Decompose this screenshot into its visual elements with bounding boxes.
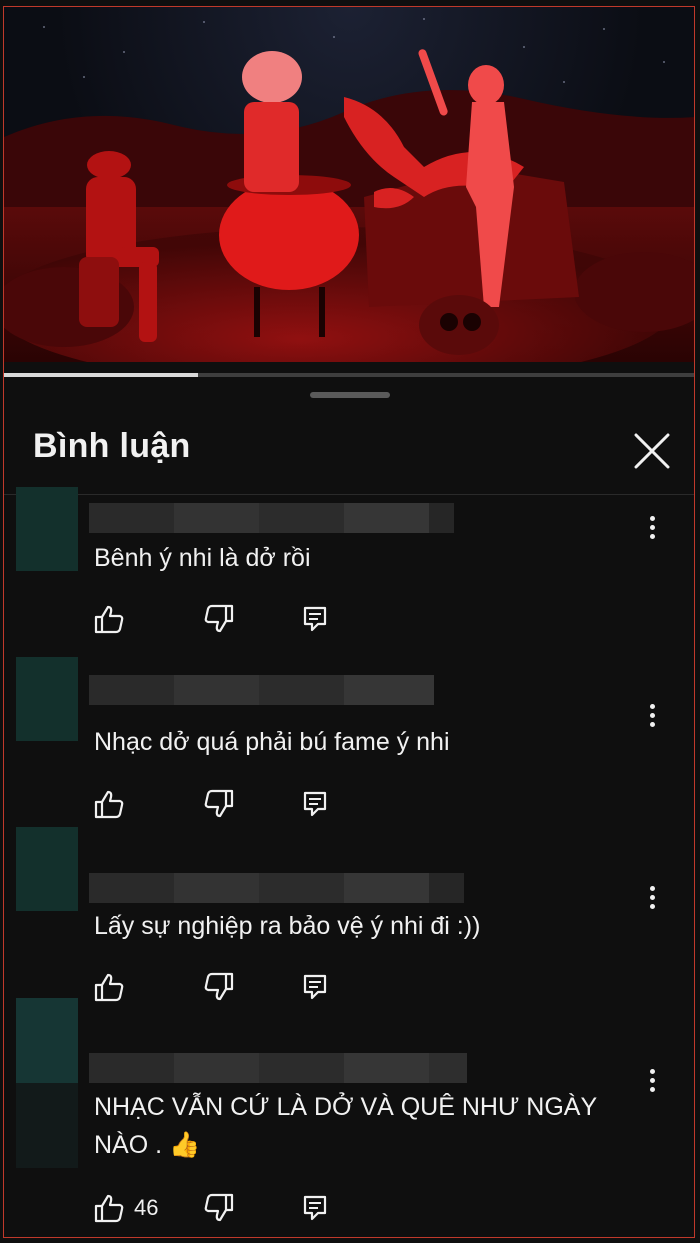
reply-button[interactable] [302, 787, 328, 821]
comment-item: Bênh ý nhi là dở rồi [4, 487, 694, 662]
reply-icon [303, 974, 327, 1000]
reply-button[interactable] [302, 602, 328, 636]
video-player[interactable] [4, 7, 694, 362]
close-icon [634, 433, 670, 469]
author-name-redacted [89, 873, 464, 903]
comment-text: Bênh ý nhi là dở rồi [94, 544, 311, 572]
comment-actions [94, 602, 354, 636]
close-button[interactable] [626, 425, 678, 477]
avatar[interactable] [16, 998, 78, 1168]
reply-icon [303, 606, 327, 632]
like-button[interactable] [94, 787, 134, 821]
like-count: 46 [134, 1195, 159, 1220]
avatar[interactable] [16, 487, 78, 571]
dislike-button[interactable] [202, 602, 234, 636]
author-name-redacted [89, 675, 434, 705]
comment-text: Lấy sự nghiệp ra bảo vệ ý nhi đi :)) [94, 912, 481, 940]
dislike-icon [204, 1193, 234, 1222]
more-options-button[interactable] [637, 877, 667, 917]
comments-panel-title: Bình luận [33, 427, 191, 465]
reply-icon [303, 791, 327, 817]
reply-button[interactable] [302, 1191, 328, 1225]
dislike-button[interactable] [202, 1191, 234, 1225]
dislike-icon [204, 789, 234, 818]
comment-actions [94, 787, 354, 821]
author-name-redacted [89, 1053, 467, 1083]
comment-actions: 46 [94, 1191, 354, 1225]
like-icon [94, 605, 124, 634]
like-button[interactable]: 46 [94, 1191, 158, 1225]
avatar[interactable] [16, 657, 78, 741]
app-frame: Bình luận Bênh ý nhi là dở rồi Nhạc dở q… [3, 6, 695, 1238]
avatar[interactable] [16, 827, 78, 911]
comment-text: NHẠC VẪN CỨ LÀ DỞ VÀ QUÊ NHƯ NGÀY NÀO . … [94, 1093, 597, 1159]
like-button[interactable] [94, 602, 134, 636]
comment-item: Lấy sự nghiệp ra bảo vệ ý nhi đi :)) [4, 827, 694, 1002]
dislike-icon [204, 604, 234, 633]
author-name-redacted [89, 503, 454, 533]
drag-handle[interactable] [310, 392, 390, 398]
dislike-button[interactable] [202, 787, 234, 821]
comment-item: Nhạc dở quá phải bú fame ý nhi [4, 657, 694, 832]
reply-icon [303, 1195, 327, 1221]
like-icon [94, 790, 124, 819]
more-options-button[interactable] [637, 695, 667, 735]
video-progress-bar[interactable] [4, 373, 694, 377]
like-icon [94, 1194, 124, 1223]
video-progress-fill [4, 373, 198, 377]
more-options-button[interactable] [637, 1060, 667, 1100]
comment-item: NHẠC VẪN CỨ LÀ DỞ VÀ QUÊ NHƯ NGÀY NÀO . … [4, 998, 694, 1237]
video-frame-image [4, 18, 694, 362]
comment-text: Nhạc dở quá phải bú fame ý nhi [94, 728, 450, 756]
more-options-button[interactable] [637, 507, 667, 547]
